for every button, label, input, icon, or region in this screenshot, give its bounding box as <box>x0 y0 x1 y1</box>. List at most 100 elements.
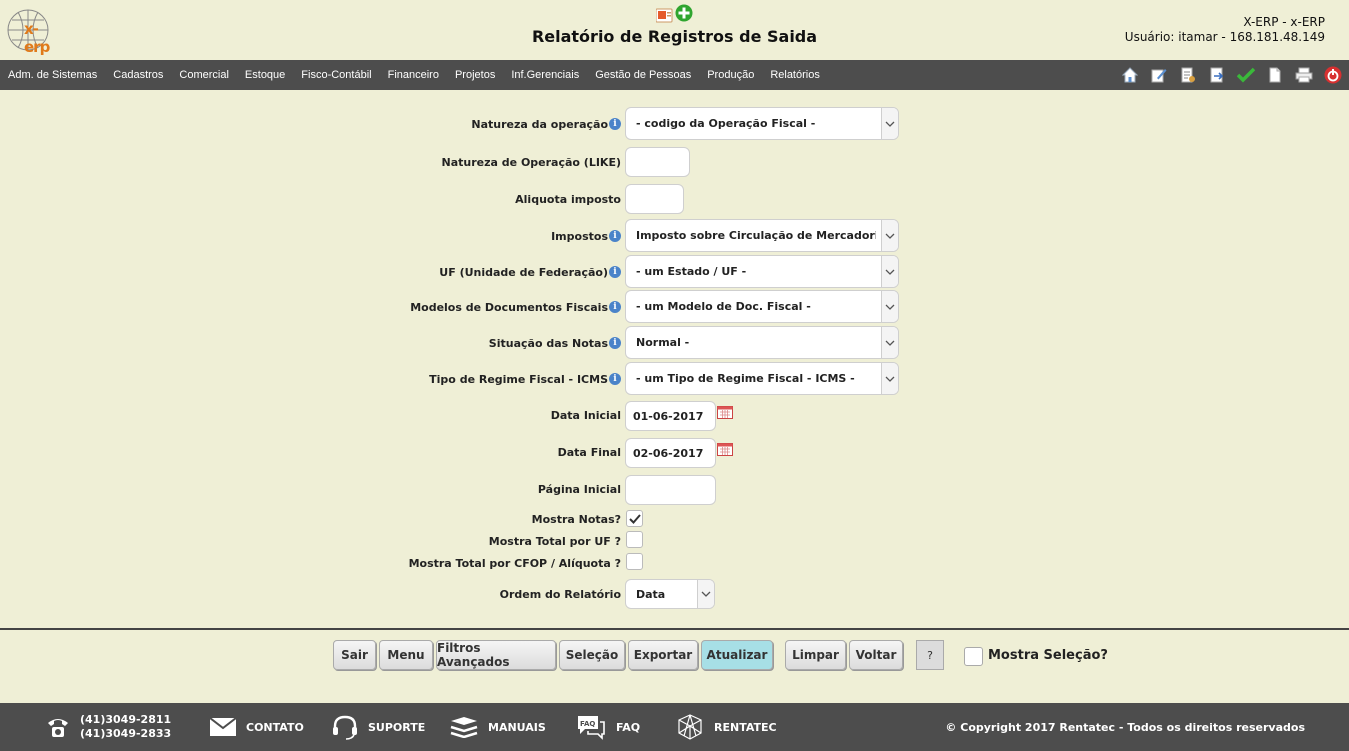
menu-fisco-contabil[interactable]: Fisco-Contábil <box>301 69 371 81</box>
mostra-selecao-checkbox[interactable] <box>964 647 983 666</box>
page-icon[interactable] <box>1265 65 1285 85</box>
menu-producao[interactable]: Produção <box>707 69 754 81</box>
filtros-avancados-button[interactable]: Filtros Avançados <box>436 640 556 670</box>
row-aliquota: Aliquota imposto <box>0 184 1349 214</box>
row-regime: Tipo de Regime Fiscal - ICMS i - um Tipo … <box>0 362 1349 395</box>
row-situacao: Situação das Notas i Normal - <box>0 326 1349 359</box>
menu-button[interactable]: Menu <box>379 640 433 670</box>
regime-select[interactable]: - um Tipo de Regime Fiscal - ICMS - <box>625 362 899 395</box>
faq-icon: FAQ <box>578 716 605 740</box>
menu-gestao-pessoas[interactable]: Gestão de Pessoas <box>595 69 691 81</box>
footer-rentatec[interactable]: RENTATEC <box>676 703 777 751</box>
mostra-cfop-checkbox[interactable] <box>626 553 643 570</box>
add-icon[interactable] <box>675 4 693 22</box>
row-ordem: Ordem do Relatório Data <box>0 579 1349 609</box>
document-icon[interactable] <box>1178 65 1198 85</box>
mostra-uf-checkbox[interactable] <box>626 531 643 548</box>
natureza-label: Natureza da operação i <box>471 118 621 131</box>
data-final-input[interactable]: 02-06-2017 <box>625 438 716 468</box>
menu-financeiro[interactable]: Financeiro <box>388 69 439 81</box>
pagina-label: Página Inicial <box>537 483 621 496</box>
phone-numbers: (41)3049-2811 (41)3049-2833 <box>80 713 171 741</box>
menu-bar: Adm. de Sistemas Cadastros Comercial Est… <box>0 60 1349 90</box>
header: x-erp Relatório de Registros de Saida X-… <box>0 0 1349 60</box>
footer: (41)3049-2811 (41)3049-2833 CONTATO SUPO… <box>0 703 1349 751</box>
edit-icon[interactable] <box>1149 65 1169 85</box>
atualizar-button[interactable]: Atualizar <box>701 640 773 670</box>
uf-select[interactable]: - um Estado / UF - <box>625 255 899 288</box>
row-data-inicial: Data Inicial 01-06-2017 <box>0 401 1349 431</box>
natureza-like-input[interactable] <box>625 147 690 177</box>
checkmark-icon <box>628 513 641 524</box>
presentation-icon[interactable] <box>655 8 673 23</box>
sair-button[interactable]: Sair <box>333 640 376 670</box>
impostos-select[interactable]: Imposto sobre Circulação de Mercadoria e… <box>625 219 899 252</box>
menu-cadastros[interactable]: Cadastros <box>113 69 163 81</box>
aliquota-label: Aliquota imposto <box>515 193 621 206</box>
footer-faq[interactable]: FAQ FAQ <box>576 703 640 751</box>
impostos-label: Impostos i <box>551 230 621 243</box>
voltar-button[interactable]: Voltar <box>849 640 903 670</box>
menu-projetos[interactable]: Projetos <box>455 69 495 81</box>
row-modelos: Modelos de Documentos Fiscais i - um Mode… <box>0 290 1349 323</box>
export-icon[interactable] <box>1207 65 1227 85</box>
mostra-notas-label: Mostra Notas? <box>531 513 621 526</box>
natureza-select[interactable]: - codigo da Operação Fiscal - <box>625 107 899 140</box>
menu-inf-gerenciais[interactable]: Inf.Gerenciais <box>511 69 579 81</box>
selecao-button[interactable]: Seleção <box>559 640 625 670</box>
top-icons <box>655 4 696 24</box>
check-icon[interactable] <box>1236 65 1256 85</box>
print-icon[interactable] <box>1294 65 1314 85</box>
footer-contato[interactable]: CONTATO <box>210 703 304 751</box>
row-mostra-notas: Mostra Notas? <box>0 509 1349 529</box>
report-filter-form: Natureza da operação i - codigo da Operaç… <box>0 90 1349 628</box>
calendar-icon[interactable] <box>717 405 733 419</box>
info-icon[interactable]: i <box>609 373 621 385</box>
row-data-final: Data Final 02-06-2017 <box>0 438 1349 468</box>
info-icon[interactable]: i <box>609 118 621 130</box>
chevron-down-icon <box>881 220 898 251</box>
info-icon[interactable]: i <box>609 301 621 313</box>
menu-comercial[interactable]: Comercial <box>179 69 229 81</box>
help-button[interactable]: ? <box>916 640 944 670</box>
headset-icon <box>333 715 357 740</box>
info-icon[interactable]: i <box>609 337 621 349</box>
menu-estoque[interactable]: Estoque <box>245 69 285 81</box>
footer-suporte[interactable]: SUPORTE <box>332 703 425 751</box>
natureza-like-label: Natureza de Operação (LIKE) <box>441 156 621 169</box>
info-icon[interactable]: i <box>609 266 621 278</box>
mostra-uf-label: Mostra Total por UF ? <box>488 535 621 548</box>
mostra-notas-checkbox[interactable] <box>626 510 643 527</box>
ordem-label: Ordem do Relatório <box>499 588 621 601</box>
pagina-input[interactable] <box>625 475 716 505</box>
exportar-button[interactable]: Exportar <box>628 640 698 670</box>
mostra-selecao-label: Mostra Seleção? <box>988 648 1108 663</box>
info-icon[interactable]: i <box>609 230 621 242</box>
calendar-icon[interactable] <box>717 442 733 456</box>
menu-items: Adm. de Sistemas Cadastros Comercial Est… <box>8 60 836 90</box>
footer-manuais[interactable]: MANUAIS <box>450 703 546 751</box>
divider <box>0 628 1349 630</box>
chevron-down-icon <box>881 327 898 358</box>
situacao-label: Situação das Notas i <box>489 337 621 350</box>
modelos-label: Modelos de Documentos Fiscais i <box>410 301 621 314</box>
system-name: X-ERP - x-ERP <box>1243 15 1325 29</box>
modelos-select[interactable]: - um Modelo de Doc. Fiscal - <box>625 290 899 323</box>
row-mostra-cfop: Mostra Total por CFOP / Alíquota ? <box>0 553 1349 573</box>
aliquota-input[interactable] <box>625 184 684 214</box>
uf-label: UF (Unidade de Federação) i <box>439 266 621 279</box>
data-inicial-input[interactable]: 01-06-2017 <box>625 401 716 431</box>
menu-relatorios[interactable]: Relatórios <box>770 69 820 81</box>
user-info: X-ERP - x-ERP Usuário: itamar - 168.181.… <box>1125 15 1325 45</box>
rentatec-logo-icon <box>678 714 702 740</box>
ordem-select[interactable]: Data <box>625 579 715 609</box>
power-icon[interactable] <box>1323 65 1343 85</box>
chevron-down-icon <box>881 363 898 394</box>
menu-adm-sistemas[interactable]: Adm. de Sistemas <box>8 69 97 81</box>
situacao-select[interactable]: Normal - <box>625 326 899 359</box>
limpar-button[interactable]: Limpar <box>785 640 846 670</box>
home-icon[interactable] <box>1120 65 1140 85</box>
user-line: Usuário: itamar - 168.181.48.149 <box>1124 30 1325 44</box>
books-icon <box>450 717 478 738</box>
data-final-label: Data Final <box>557 446 621 459</box>
